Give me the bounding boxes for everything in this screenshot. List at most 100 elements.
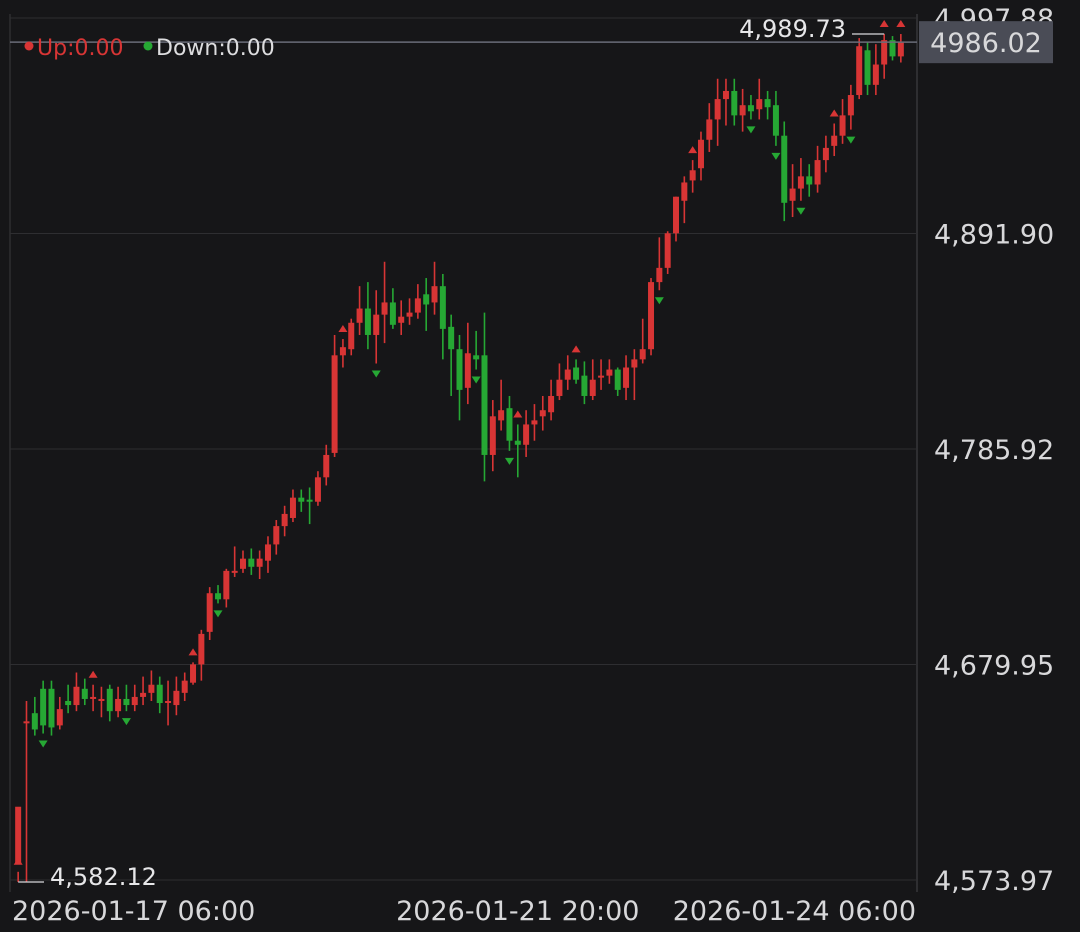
candle-body xyxy=(598,375,605,378)
candlestick-chart[interactable]: 4,997.884,891.904,785.924,679.954,573.97… xyxy=(0,0,1080,932)
candle-body xyxy=(648,282,655,350)
candle-body xyxy=(448,326,455,350)
candle-body xyxy=(123,698,130,706)
candle-body xyxy=(431,286,438,303)
candle-body xyxy=(523,424,530,445)
candle-body xyxy=(40,688,47,726)
candle-body xyxy=(573,367,580,380)
candle-body xyxy=(56,709,63,726)
candle-body xyxy=(831,135,838,146)
candle-body xyxy=(248,558,255,567)
candle-body xyxy=(115,698,122,712)
candle-body xyxy=(697,139,704,169)
candle-body xyxy=(814,160,821,185)
candle-body xyxy=(281,513,288,527)
candle-body xyxy=(681,182,688,201)
candle-body xyxy=(464,353,471,388)
up-legend-dot xyxy=(24,41,34,51)
candle-body xyxy=(489,416,496,455)
candle-body xyxy=(15,806,22,864)
up-legend-label: Up:0.00 xyxy=(37,36,123,61)
candle-body xyxy=(606,369,613,376)
candle-body xyxy=(298,497,305,502)
candle-body xyxy=(148,684,155,693)
candle-body xyxy=(781,135,788,203)
high-value-label: 4,989.73 xyxy=(739,15,846,43)
candle-body xyxy=(206,593,213,632)
candle-body xyxy=(689,170,696,181)
candle-body xyxy=(398,316,405,323)
candle-body xyxy=(173,690,180,706)
candle-body xyxy=(156,684,163,704)
candle-body xyxy=(131,696,138,706)
candle-body xyxy=(256,558,263,567)
candle-body xyxy=(314,477,321,502)
candle-body xyxy=(714,99,721,120)
candle-body xyxy=(581,375,588,396)
x-tick-label: 2026-01-21 20:00 xyxy=(396,896,639,927)
candle-body xyxy=(673,196,680,234)
candle-body xyxy=(239,558,246,569)
candle-body xyxy=(198,633,205,665)
candle-body xyxy=(439,286,446,329)
candle-body xyxy=(806,176,813,185)
candle-body xyxy=(839,115,846,136)
candle-body xyxy=(789,188,796,201)
candle-body xyxy=(722,90,729,100)
candle-body xyxy=(215,593,222,600)
last-price-value: 4986.02 xyxy=(930,28,1042,59)
candle-body xyxy=(656,267,663,283)
candle-body xyxy=(414,298,421,313)
candle-body xyxy=(856,46,863,96)
candle-body xyxy=(631,359,638,368)
candle-body xyxy=(747,105,754,112)
candle-body xyxy=(339,347,346,356)
x-tick-label: 2026-01-24 06:00 xyxy=(673,896,916,927)
candle-body xyxy=(389,302,396,325)
candle-body xyxy=(864,50,871,85)
y-tick-label: 4,573.97 xyxy=(934,866,1054,897)
candle-body xyxy=(589,379,596,396)
candle-body xyxy=(306,499,313,502)
candle-body xyxy=(822,147,829,161)
candle-body xyxy=(373,314,380,335)
candle-body xyxy=(623,367,630,388)
candle-body xyxy=(556,379,563,396)
candle-body xyxy=(181,680,188,693)
candle-body xyxy=(190,664,197,683)
candle-body xyxy=(548,395,555,413)
candle-body xyxy=(381,302,388,315)
candle-body xyxy=(106,688,113,712)
candle-body xyxy=(706,119,713,140)
candle-body xyxy=(473,355,480,360)
candle-body xyxy=(81,688,88,699)
candle-body xyxy=(140,692,147,697)
y-tick-label: 4,679.95 xyxy=(934,650,1054,681)
candle-body xyxy=(65,700,72,706)
candle-body xyxy=(90,696,97,699)
candle-body xyxy=(772,105,779,136)
candle-body xyxy=(614,369,621,390)
candle-body xyxy=(506,408,513,441)
candle-body xyxy=(423,294,430,305)
candle-body xyxy=(98,698,105,701)
y-tick-label: 4,785.92 xyxy=(934,435,1054,466)
candle-body xyxy=(323,454,330,478)
candle-body xyxy=(847,95,854,116)
candle-body xyxy=(498,410,505,421)
candle-body xyxy=(531,420,538,425)
candle-body xyxy=(356,308,363,323)
candle-body xyxy=(165,700,172,703)
candle-body xyxy=(764,99,771,108)
candle-body xyxy=(273,526,280,545)
candle-body xyxy=(289,497,296,518)
x-axis: 2026-01-17 06:00 2026-01-21 20:00 2026-01-… xyxy=(12,896,916,927)
candle-body xyxy=(756,99,763,110)
candle-body xyxy=(872,64,879,85)
candle-body xyxy=(31,713,38,730)
candle-body xyxy=(23,721,30,724)
candle-body xyxy=(73,686,80,706)
candle-body xyxy=(406,312,413,317)
candle-body xyxy=(739,105,746,116)
down-legend-label: Down:0.00 xyxy=(156,36,275,61)
